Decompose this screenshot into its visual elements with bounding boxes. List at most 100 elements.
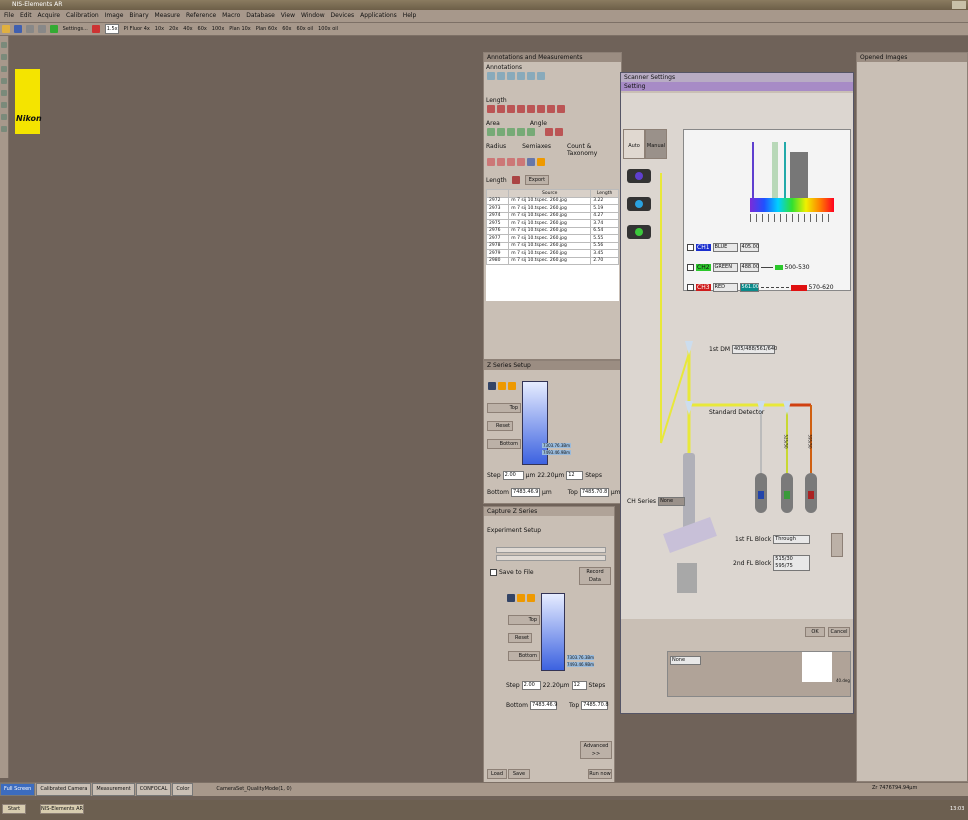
objective-4[interactable]: 40x [183, 23, 192, 35]
measure-icon[interactable] [1, 114, 7, 120]
capture-top-button[interactable]: Top [508, 615, 540, 625]
table-row[interactable]: 2979 m 7 sij 10.tspec. 260.jpg 3.45 [486, 249, 619, 258]
undo-icon[interactable] [37, 25, 46, 33]
distance-tool-icon[interactable] [517, 105, 525, 113]
taskbar-task[interactable]: NIS-Elements AR [40, 804, 84, 814]
measurement-mode-select[interactable]: Length [486, 177, 507, 184]
menu-binary[interactable]: Binary [129, 10, 148, 22]
menu-help[interactable]: Help [403, 10, 417, 22]
objective-11[interactable]: 100x oil [318, 23, 338, 35]
capture-mode-2-icon[interactable] [517, 594, 525, 602]
capture-steps-field[interactable]: 12 [571, 681, 587, 690]
zoom-icon[interactable] [1, 54, 7, 60]
area-poly-icon[interactable] [497, 128, 505, 136]
menu-calibration[interactable]: Calibration [66, 10, 99, 22]
objective-5[interactable]: 60x [198, 23, 207, 35]
second-fl-select[interactable]: 515/30 595/75 [773, 555, 811, 571]
capture-bottom-field[interactable]: 7483.46.9 [530, 701, 557, 710]
first-fl-select[interactable]: Through [773, 535, 811, 544]
objective-6[interactable]: 100x [212, 23, 225, 35]
save-to-file-checkbox[interactable] [490, 569, 497, 576]
table-row[interactable]: 2978 m 7 sij 10.tspec. 260.jpg 5.56 [486, 241, 619, 250]
menu-applications[interactable]: Applications [360, 10, 397, 22]
polygon-tool-icon[interactable] [537, 72, 545, 80]
window-controls[interactable] [952, 1, 966, 9]
taxonomy-tool-icon[interactable] [537, 158, 545, 166]
print-icon[interactable] [25, 25, 34, 33]
text-tool-icon[interactable] [517, 72, 525, 80]
start-button[interactable]: Start [2, 804, 26, 814]
objective-10[interactable]: 60x oil [296, 23, 313, 35]
mode-range-icon[interactable] [498, 382, 506, 390]
mode-top-bottom-icon[interactable] [488, 382, 496, 390]
run-now-button[interactable]: Run now [588, 769, 612, 779]
hand-icon[interactable] [1, 66, 7, 72]
load-button[interactable]: Load [487, 769, 507, 779]
table-row[interactable]: 2976 m 7 sij 10.tspec. 260.jpg 6.54 [486, 226, 619, 235]
table-header-source[interactable]: Source [508, 189, 592, 198]
open-icon[interactable] [2, 25, 10, 33]
live-icon[interactable] [49, 25, 58, 33]
ellipse-tool-icon[interactable] [527, 72, 535, 80]
angle-tool-icon[interactable] [545, 128, 553, 136]
side-toggle-button[interactable] [831, 533, 843, 557]
ok-button[interactable]: OK [805, 627, 825, 637]
menu-edit[interactable]: Edit [20, 10, 32, 22]
lower-select[interactable]: None [670, 656, 701, 665]
table-row[interactable]: 2972 m 7 sij 10.tspec. 260.jpg 3.22 [486, 196, 619, 205]
capture-step-field[interactable]: 2.00 [521, 681, 541, 690]
table-row[interactable]: 2973 m 7 sij 10.tspec. 260.jpg 5.19 [486, 204, 619, 213]
objective-3[interactable]: 20x [169, 23, 178, 35]
settings-button[interactable]: Settings... [63, 23, 88, 35]
perpendicular-tool-icon[interactable] [537, 105, 545, 113]
capture-reset-button[interactable]: Reset [508, 633, 532, 643]
zseries-top-button[interactable]: Top [487, 403, 521, 413]
area-auto-icon[interactable] [527, 128, 535, 136]
delete-icon[interactable] [511, 176, 520, 184]
capture-top-field[interactable]: 7485.70.8 [581, 701, 609, 710]
tab-full-screen[interactable]: Full Screen [0, 783, 36, 796]
semiaxes-tool-icon[interactable] [507, 158, 515, 166]
rect-tool-icon[interactable] [507, 72, 515, 80]
line-tool-icon[interactable] [497, 72, 505, 80]
radius-tool-icon[interactable] [487, 158, 495, 166]
objective-7[interactable]: Plan 10x [229, 23, 251, 35]
grid-length-icon[interactable] [557, 105, 565, 113]
capture-mode-3-icon[interactable] [527, 594, 535, 602]
freehand-tool-icon[interactable] [507, 105, 515, 113]
channel-icon[interactable] [1, 102, 7, 108]
menu-file[interactable]: File [4, 10, 14, 22]
radius-2-icon[interactable] [497, 158, 505, 166]
area-rect-icon[interactable] [487, 128, 495, 136]
pointer-icon[interactable] [1, 42, 7, 48]
objective-8[interactable]: Plan 60x [256, 23, 278, 35]
length-tool-icon[interactable] [487, 105, 495, 113]
cancel-button[interactable]: Cancel [828, 627, 850, 637]
save-button[interactable]: Save [508, 769, 530, 779]
tab-confocal[interactable]: CONFOCAL [135, 783, 172, 796]
mode-symmetric-icon[interactable] [508, 382, 516, 390]
zseries-bottom-field[interactable]: 7483.46.9 [511, 488, 541, 497]
record-data-button[interactable]: Record Data [579, 567, 611, 585]
count-tool-icon[interactable] [527, 158, 535, 166]
zseries-reset-button[interactable]: Reset [487, 421, 513, 431]
lut-icon[interactable] [1, 90, 7, 96]
angle-2-icon[interactable] [555, 128, 563, 136]
table-row[interactable]: 2975 m 7 sij 10.tspec. 260.jpg 3.74 [486, 219, 619, 228]
menu-devices[interactable]: Devices [331, 10, 355, 22]
first-dm-select[interactable]: 405/488/561/640 [732, 345, 777, 354]
image-canvas[interactable] [9, 36, 482, 778]
polyline-tool-icon[interactable] [497, 105, 505, 113]
menu-window[interactable]: Window [301, 10, 325, 22]
zseries-steps-field[interactable]: 12 [566, 471, 584, 480]
objective-1[interactable]: Pl Fluor 4x [124, 23, 150, 35]
zseries-top-field[interactable]: 7485.70.8 [579, 488, 609, 497]
menu-acquire[interactable]: Acquire [38, 10, 61, 22]
table-header-length[interactable]: Length [590, 189, 619, 198]
export-button[interactable]: Export [524, 175, 550, 185]
zseries-step-field[interactable]: 2.00 [502, 471, 524, 480]
area-free-icon[interactable] [517, 128, 525, 136]
zseries-bottom-button[interactable]: Bottom [487, 439, 521, 449]
table-row[interactable]: 2977 m 7 sij 10.tspec. 260.jpg 5.55 [486, 234, 619, 243]
menu-view[interactable]: View [281, 10, 295, 22]
